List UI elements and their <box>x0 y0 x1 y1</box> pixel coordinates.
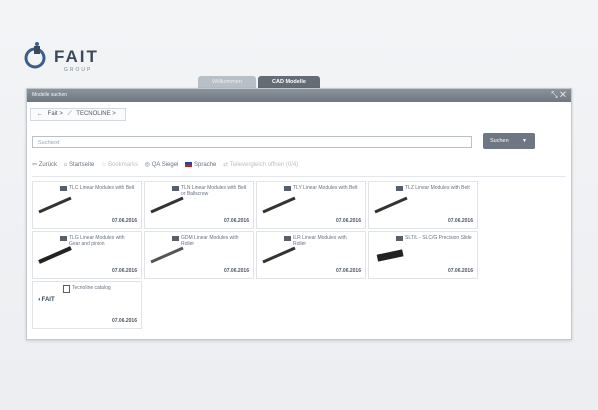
linear-module-thumbnail <box>374 196 408 214</box>
toolbar: ⇦ Zurück ⌂ Startseite ☆ Bookmarks ◎ QA S… <box>32 161 303 171</box>
item-title: TLY Linear Modules with Belt <box>293 185 358 191</box>
fait-mini-logo: ◐FAIT <box>38 297 55 303</box>
item-title: TLG Linear Modules with Gear and pinion <box>69 235 125 247</box>
tab-willkommen[interactable]: Willkommen <box>198 76 256 88</box>
folder-icon <box>60 186 67 191</box>
divider <box>32 176 566 177</box>
item-title: SLT/L - SLC/G Precision Slide <box>405 235 472 241</box>
item-date: 07.06.2016 <box>335 268 361 274</box>
search-button-label: Suchen <box>490 138 509 144</box>
item-date: 07.06.2016 <box>111 268 137 274</box>
linear-module-thumbnail <box>38 246 72 264</box>
fait-logo: FAIT GROUP <box>24 42 144 78</box>
list-item[interactable]: TLG Linear Modules with Gear and pinion … <box>32 231 142 279</box>
item-title: GDM Linear Modules with Roller <box>181 235 239 247</box>
resize-icon[interactable]: ⤡ <box>551 90 557 99</box>
window-titlebar: Modelle suchen ⤡ ✕ <box>27 89 571 102</box>
search-button[interactable]: Suchen ▼ <box>483 133 535 149</box>
breadcrumb-item-tecnoline[interactable]: TECNOLINE > <box>76 111 116 117</box>
search-input[interactable]: Suchtext <box>32 136 472 148</box>
list-item[interactable]: ILR Linear Modules with Roller 07.06.201… <box>256 231 366 279</box>
back-button[interactable]: ⇦ Zurück <box>32 162 57 168</box>
folder-icon <box>284 236 291 241</box>
item-date: 07.06.2016 <box>111 318 137 324</box>
logo-text: FAIT <box>54 47 99 66</box>
list-item[interactable]: TLY Linear Modules with Belt 07.06.2016 <box>256 181 366 229</box>
list-item[interactable]: TLN Linear Modules with Belt or Ballscre… <box>144 181 254 229</box>
item-title: TLZ Linear Modules with Belt <box>405 185 470 191</box>
linear-module-thumbnail <box>150 196 184 214</box>
list-item[interactable]: SLT/L - SLC/G Precision Slide 07.06.2016 <box>368 231 478 279</box>
list-item[interactable]: TLZ Linear Modules with Belt 07.06.2016 <box>368 181 478 229</box>
search-window: Modelle suchen ⤡ ✕ ← Fait > ⟋ TECNOLINE … <box>26 88 572 340</box>
item-date: 07.06.2016 <box>447 268 473 274</box>
folder-icon <box>284 186 291 191</box>
tool-icon: ⟋ <box>67 111 72 117</box>
item-date: 07.06.2016 <box>223 268 249 274</box>
list-item[interactable]: GDM Linear Modules with Roller 07.06.201… <box>144 231 254 279</box>
item-title: ILR Linear Modules with Roller <box>293 235 347 247</box>
qa-seal-button[interactable]: ◎ QA Siegel <box>145 162 179 168</box>
list-item[interactable]: TLC Linear Modules with Belt 07.06.2016 <box>32 181 142 229</box>
item-title: TLN Linear Modules with Belt or Ballscre… <box>181 185 247 197</box>
linear-module-thumbnail <box>262 196 296 214</box>
folder-icon <box>396 236 403 241</box>
breadcrumb: ← Fait > ⟋ TECNOLINE > <box>30 108 126 121</box>
window-title: Modelle suchen <box>32 92 68 98</box>
linear-module-thumbnail <box>150 246 184 264</box>
list-item[interactable]: ◐FAIT Tecnoline catalog 07.06.2016 <box>32 281 142 329</box>
compare-button[interactable]: ⇄ Teilevergleich offnen (0/4) <box>223 162 298 168</box>
item-title: TLC Linear Modules with Belt <box>69 185 135 191</box>
linear-module-thumbnail <box>262 246 296 264</box>
chevron-down-icon: ▼ <box>522 138 527 144</box>
folder-icon <box>172 236 179 241</box>
bookmarks-button[interactable]: ☆ Bookmarks <box>101 162 138 168</box>
folder-icon <box>60 236 67 241</box>
item-title: Tecnoline catalog <box>72 285 111 291</box>
logo-subtext: GROUP <box>64 67 93 73</box>
logo-mark-icon <box>24 42 46 69</box>
flag-icon <box>185 161 193 167</box>
tab-cad-modelle[interactable]: CAD Modelle <box>258 76 320 88</box>
close-icon[interactable]: ✕ <box>560 90 566 99</box>
item-date: 07.06.2016 <box>335 218 361 224</box>
precision-slide-thumbnail <box>376 249 404 262</box>
folder-icon <box>172 186 179 191</box>
document-icon <box>63 285 70 293</box>
breadcrumb-item-fait[interactable]: Fait > <box>48 111 63 117</box>
language-button[interactable]: Sprache <box>185 161 216 168</box>
item-date: 07.06.2016 <box>111 218 137 224</box>
linear-module-thumbnail <box>38 196 72 214</box>
home-button[interactable]: ⌂ Startseite <box>64 162 95 168</box>
back-arrow-icon[interactable]: ← <box>37 111 43 117</box>
item-date: 07.06.2016 <box>223 218 249 224</box>
item-date: 07.06.2016 <box>447 218 473 224</box>
folder-icon <box>396 186 403 191</box>
